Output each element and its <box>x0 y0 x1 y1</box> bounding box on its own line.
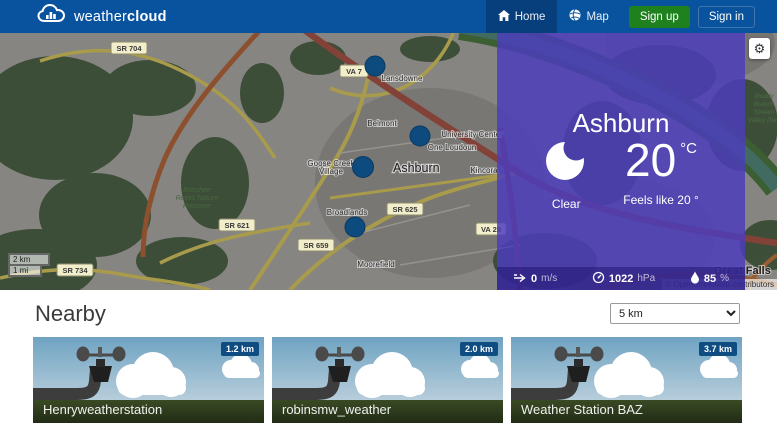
svg-text:SR 625: SR 625 <box>392 205 417 214</box>
station-name: robinsmw_weather <box>282 402 392 417</box>
pressure-stat: 1022 hPa <box>592 271 655 287</box>
temperature-value: 20 <box>624 134 677 186</box>
station-card[interactable]: Weather Station BAZ 3.7 km <box>511 337 742 423</box>
svg-text:One Loudoun: One Loudoun <box>428 143 477 152</box>
svg-text:Moorefield: Moorefield <box>357 260 394 269</box>
nav-map[interactable]: Map <box>557 0 620 33</box>
globe-icon <box>569 9 581 24</box>
scale-mi: 1 mi <box>8 266 42 277</box>
wind-stat: 0 m/s <box>513 272 557 285</box>
station-name: Weather Station BAZ <box>521 402 643 417</box>
pressure-gauge-icon <box>592 271 605 287</box>
svg-text:SR 621: SR 621 <box>224 221 249 230</box>
signup-button[interactable]: Sign up <box>628 5 690 28</box>
svg-text:Branch: Branch <box>754 101 775 108</box>
weathercloud-logo-icon <box>36 2 68 31</box>
nav-map-label: Map <box>586 10 609 23</box>
svg-text:Belmont: Belmont <box>367 119 397 128</box>
nearby-stations-row: Henryweatherstation 1.2 km robinsmw_weat… <box>33 337 777 423</box>
radius-select[interactable]: 5 km <box>610 303 740 324</box>
svg-text:SR 659: SR 659 <box>303 241 328 250</box>
station-marker <box>352 156 374 178</box>
svg-text:Kincora: Kincora <box>470 166 498 175</box>
svg-text:Ashburn: Ashburn <box>393 161 440 175</box>
nearby-section-header: Nearby 5 km <box>0 290 777 337</box>
svg-text:Broadlands: Broadlands <box>327 208 367 217</box>
svg-text:Banshee: Banshee <box>183 187 211 194</box>
nav-home-label: Home <box>514 10 546 23</box>
map-settings-button[interactable]: ⚙ <box>749 38 770 59</box>
svg-text:Preserve: Preserve <box>183 203 211 210</box>
station-marker <box>409 125 431 147</box>
svg-text:Village: Village <box>319 167 343 176</box>
map-canvas[interactable]: SR 704 VA 7 SR 621 SR 625 SR 659 VA 28 S… <box>0 33 777 290</box>
svg-text:Stream: Stream <box>754 109 776 116</box>
station-card[interactable]: robinsmw_weather 2.0 km <box>272 337 503 423</box>
scale-km: 2 km <box>8 253 50 266</box>
brand-logo[interactable]: weathercloud <box>36 2 167 31</box>
feels-like: Feels like 20 ° <box>623 193 699 207</box>
weather-stats-bar: 0 m/s 1022 hPa 85 % <box>497 267 745 290</box>
weather-location: Ashburn <box>572 108 670 138</box>
station-distance-badge: 1.2 km <box>220 342 259 356</box>
station-distance-badge: 2.0 km <box>459 342 498 356</box>
humidity-drop-icon <box>690 271 700 287</box>
home-icon <box>497 9 510 24</box>
svg-text:Lansdowne: Lansdowne <box>382 74 423 83</box>
station-marker <box>364 55 386 77</box>
svg-text:SR 734: SR 734 <box>62 266 88 275</box>
temperature-unit: °C <box>680 140 697 157</box>
svg-text:University Center: University Center <box>441 130 503 139</box>
station-distance-badge: 3.7 km <box>698 342 737 356</box>
svg-text:Muddy: Muddy <box>754 93 774 100</box>
svg-text:SR 704: SR 704 <box>116 44 142 53</box>
nav-home[interactable]: Home <box>485 0 558 33</box>
weather-condition: Clear <box>551 197 581 211</box>
humidity-stat: 85 % <box>690 271 729 287</box>
station-card[interactable]: Henryweatherstation 1.2 km <box>33 337 264 423</box>
signin-button[interactable]: Sign in <box>697 5 755 28</box>
svg-text:Valley Park: Valley Park <box>748 117 777 124</box>
svg-text:Reeks Nature: Reeks Nature <box>176 195 219 202</box>
nearby-title: Nearby <box>35 300 106 326</box>
station-marker <box>344 216 366 238</box>
top-navbar: weathercloud Home Map Sign up Sign in <box>0 0 777 33</box>
svg-text:VA 7: VA 7 <box>346 67 362 76</box>
brand-name: weathercloud <box>74 8 167 25</box>
current-weather-panel[interactable]: Ashburn Clear 20 °C Feels like 20 ° 0 m/… <box>497 33 745 290</box>
map-scale-control: 2 km 1 mi <box>8 253 50 277</box>
moon-clear-icon <box>543 137 589 188</box>
wind-icon <box>513 272 527 285</box>
station-name: Henryweatherstation <box>43 402 163 417</box>
gear-icon: ⚙ <box>753 41 766 56</box>
